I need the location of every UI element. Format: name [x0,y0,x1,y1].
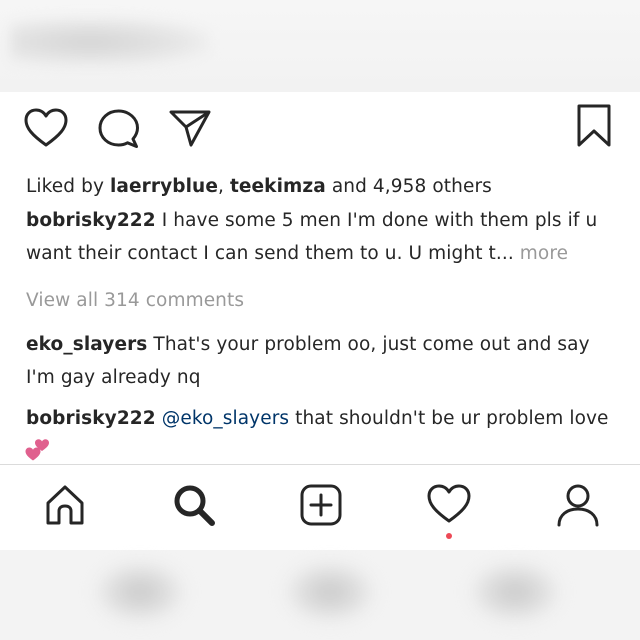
post-card: Liked by laerryblue, teekimza and 4,958 … [0,92,640,550]
comment-item: bobrisky222 @eko_slayers that shouldn't … [26,402,616,435]
blurred-shape [95,562,185,622]
tab-profile[interactable] [536,465,616,550]
caption-username[interactable]: bobrisky222 [26,210,156,231]
activity-icon [427,484,471,523]
two-hearts-icon [24,438,52,466]
likes-separator: , [217,176,230,197]
view-all-comments-link[interactable]: View all 314 comments [26,284,616,317]
likes-prefix: Liked by [26,176,110,197]
post-action-bar [0,92,640,164]
profile-icon [557,484,599,527]
comment-item: eko_slayers That's your problem oo, just… [26,328,616,394]
tab-search[interactable] [152,465,232,550]
tab-home[interactable] [24,465,104,550]
blurred-username [10,18,210,66]
liker-username-1[interactable]: laerryblue [110,176,218,197]
liker-username-2[interactable]: teekimza [230,176,326,197]
post-caption: bobrisky222 I have some 5 men I'm done w… [26,204,616,270]
blurred-header [0,0,640,92]
comment-username[interactable]: bobrisky222 [26,408,156,429]
blurred-footer [0,550,640,640]
share-icon[interactable] [168,108,212,148]
bookmark-icon[interactable] [576,104,612,148]
comment-username[interactable]: eko_slayers [26,334,147,355]
blurred-shape [285,562,375,622]
home-icon [46,485,84,525]
likes-summary: Liked by laerryblue, teekimza and 4,958 … [26,170,616,203]
notification-dot [446,533,452,539]
blurred-shape [470,562,560,622]
comment-text: that shouldn't be ur problem love [289,408,609,429]
likes-suffix[interactable]: and 4,958 others [326,176,492,197]
comment-icon[interactable] [97,108,141,150]
heart-icon[interactable] [24,108,68,148]
search-icon [174,485,215,526]
bottom-tab-bar [0,465,640,550]
comment-mention[interactable]: @eko_slayers [156,408,289,429]
new-post-icon [300,484,342,526]
caption-more-link[interactable]: more [514,243,568,264]
tab-new-post[interactable] [279,465,359,550]
